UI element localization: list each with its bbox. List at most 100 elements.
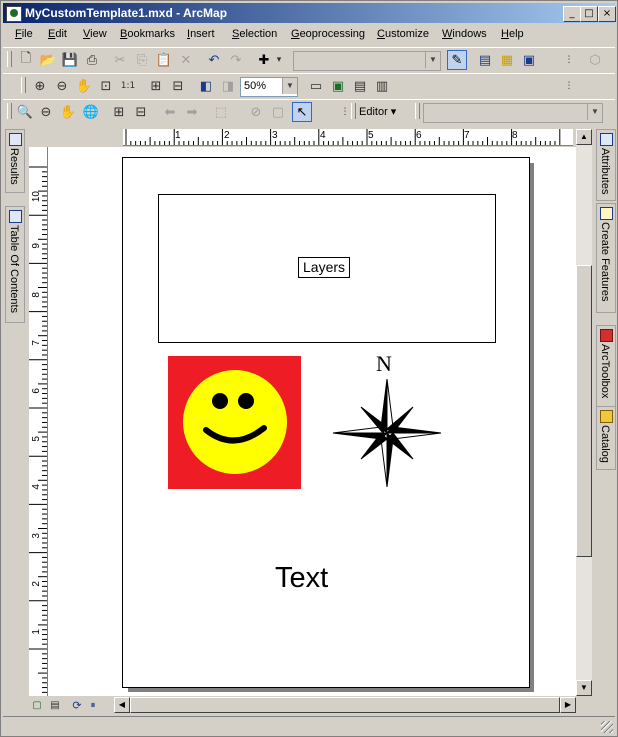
copy-icon[interactable]: ⎘ — [132, 50, 152, 70]
scale-combo[interactable]: ▼ — [293, 51, 441, 71]
toolbar-grip[interactable] — [7, 51, 12, 67]
data-frame[interactable]: Layers — [158, 194, 496, 343]
fixed-zoom-out-map-icon[interactable]: ⊟ — [131, 102, 151, 122]
zoom-in-icon[interactable]: 🔍 — [15, 102, 35, 122]
scroll-down-button[interactable]: ▼ — [576, 680, 592, 696]
create-features-tab[interactable]: Create Features — [596, 203, 616, 313]
resize-grip-icon[interactable] — [601, 721, 613, 733]
north-arrow[interactable]: N — [331, 351, 443, 493]
scroll-up-button[interactable]: ▲ — [576, 129, 592, 145]
select-features-icon[interactable]: ⬚ — [211, 102, 231, 122]
cut-icon[interactable]: ✂ — [110, 50, 130, 70]
menu-geoprocessing[interactable]: Geoprocessing — [291, 28, 365, 40]
north-arrow-label: N — [376, 351, 392, 376]
toolbar-grip[interactable] — [351, 103, 356, 119]
toolbar-grip[interactable] — [21, 77, 26, 93]
zoom-in-page-icon[interactable]: ⊕ — [30, 76, 50, 96]
zoom-whole-page-icon[interactable]: ⊡ — [96, 76, 116, 96]
layout-view-icon[interactable]: ▤ — [47, 695, 63, 715]
toolbar-overflow-icon[interactable]: ⋮ — [559, 76, 579, 96]
toolbar-overflow-icon[interactable]: ⋮ — [559, 50, 579, 70]
maximize-button[interactable]: □ — [580, 6, 598, 22]
full-extent-icon[interactable]: 🌐 — [81, 102, 101, 122]
horizontal-scroll-thumb[interactable] — [130, 697, 560, 713]
minimize-button[interactable]: _ — [563, 6, 581, 22]
results-icon — [9, 133, 22, 146]
text-element[interactable]: Text — [275, 562, 328, 595]
smiley-picture[interactable] — [168, 356, 301, 489]
data-driven-pages-icon[interactable]: ▥ — [372, 76, 392, 96]
window-title: MyCustomTemplate1.mxd - ArcMap — [25, 6, 228, 20]
menu-file[interactable]: File — [15, 28, 33, 40]
menu-edit[interactable]: Edit — [48, 28, 67, 40]
menu-bookmarks[interactable]: Bookmarks — [120, 28, 175, 40]
scroll-left-button[interactable]: ◀ — [114, 697, 130, 713]
arctoolbox-icon — [600, 329, 613, 342]
fixed-zoom-in-icon[interactable]: ⊞ — [146, 76, 166, 96]
results-tab[interactable]: Results — [5, 129, 25, 193]
table-of-contents-icon[interactable]: ▤ — [475, 50, 495, 70]
close-button[interactable]: × — [598, 6, 616, 22]
save-icon[interactable]: 💾 — [60, 50, 80, 70]
catalog-tab[interactable]: Catalog — [596, 406, 616, 470]
clear-selection-icon[interactable]: ⊘ — [246, 102, 266, 122]
add-data-dropdown-icon[interactable]: ▾ — [269, 50, 289, 70]
zoom-percent-combo[interactable]: 50% ▼ — [240, 77, 298, 97]
toolbar-grip[interactable] — [415, 103, 420, 119]
toolbar-grip[interactable] — [7, 103, 12, 119]
smiley-face-icon — [183, 370, 287, 474]
paste-icon[interactable]: 📋 — [154, 50, 174, 70]
arctoolbox-tab[interactable]: ArcToolbox — [596, 325, 616, 407]
refresh-icon[interactable]: ⟳ — [69, 695, 85, 715]
zoom-out-page-icon[interactable]: ⊖ — [52, 76, 72, 96]
vertical-scrollbar[interactable]: ▲ ▼ — [576, 129, 592, 696]
catalog-icon[interactable]: ▦ — [497, 50, 517, 70]
back-extent-icon[interactable]: ◧ — [196, 76, 216, 96]
attributes-tab[interactable]: Attributes — [596, 129, 616, 201]
go-back-icon[interactable]: ⬅ — [160, 102, 180, 122]
forward-extent-icon[interactable]: ◨ — [218, 76, 238, 96]
title-bar[interactable]: MyCustomTemplate1.mxd - ArcMap _ □ × — [3, 3, 616, 23]
select-elements-icon[interactable]: ▢ — [268, 102, 288, 122]
menu-customize[interactable]: Customize — [377, 28, 429, 40]
change-layout-icon[interactable]: ▤ — [350, 76, 370, 96]
new-document-icon[interactable]: 🗋 — [16, 50, 36, 70]
layout-page[interactable]: Layers N Text — [122, 157, 530, 688]
ruler-v-number: 4 — [31, 484, 42, 490]
focus-data-frame-icon[interactable]: ▣ — [328, 76, 348, 96]
menu-windows[interactable]: Windows — [442, 28, 487, 40]
pan-icon[interactable]: ✋ — [58, 102, 78, 122]
table-of-contents-tab[interactable]: Table Of Contents — [5, 206, 25, 323]
redo-icon[interactable]: ↷ — [226, 50, 246, 70]
menu-insert[interactable]: Insert — [187, 28, 215, 40]
menu-help[interactable]: Help — [501, 28, 524, 40]
delete-icon[interactable]: ✕ — [176, 50, 196, 70]
pause-drawing-icon[interactable]: ⏸ — [85, 695, 101, 715]
editor-toolbar-icon[interactable]: ✎ — [447, 50, 467, 70]
fixed-zoom-out-icon[interactable]: ⊟ — [168, 76, 188, 96]
toggle-draft-mode-icon[interactable]: ▭ — [306, 76, 326, 96]
scroll-right-button[interactable]: ▶ — [560, 697, 576, 713]
chevron-down-icon[interactable]: ▼ — [425, 52, 440, 68]
undo-icon[interactable]: ↶ — [204, 50, 224, 70]
edit-task-combo[interactable]: ▼ — [423, 103, 603, 123]
print-icon[interactable]: ⎙ — [82, 50, 102, 70]
pan-page-icon[interactable]: ✋ — [74, 76, 94, 96]
zoom-100-icon[interactable]: 1:1 — [118, 76, 138, 96]
vertical-scroll-thumb[interactable] — [576, 265, 592, 557]
go-forward-icon[interactable]: ➡ — [182, 102, 202, 122]
editor-menu[interactable]: Editor ▾ — [359, 105, 396, 118]
menu-view[interactable]: View — [83, 28, 107, 40]
search-window-icon[interactable]: ▣ — [519, 50, 539, 70]
select-pointer-icon[interactable]: ↖ — [292, 102, 312, 122]
arcglobe-icon[interactable]: ⬡ — [585, 50, 605, 70]
chevron-down-icon[interactable]: ▼ — [587, 104, 602, 120]
chevron-down-icon[interactable]: ▼ — [282, 78, 297, 94]
layout-canvas[interactable]: Layers N Text — [48, 147, 576, 696]
data-view-icon[interactable]: ▢ — [29, 695, 45, 715]
menu-selection[interactable]: Selection — [232, 28, 277, 40]
open-folder-icon[interactable]: 📂 — [38, 50, 58, 70]
fixed-zoom-in-map-icon[interactable]: ⊞ — [109, 102, 129, 122]
zoom-out-icon[interactable]: ⊖ — [36, 102, 56, 122]
horizontal-scrollbar[interactable]: ◀ ▶ — [114, 697, 576, 713]
